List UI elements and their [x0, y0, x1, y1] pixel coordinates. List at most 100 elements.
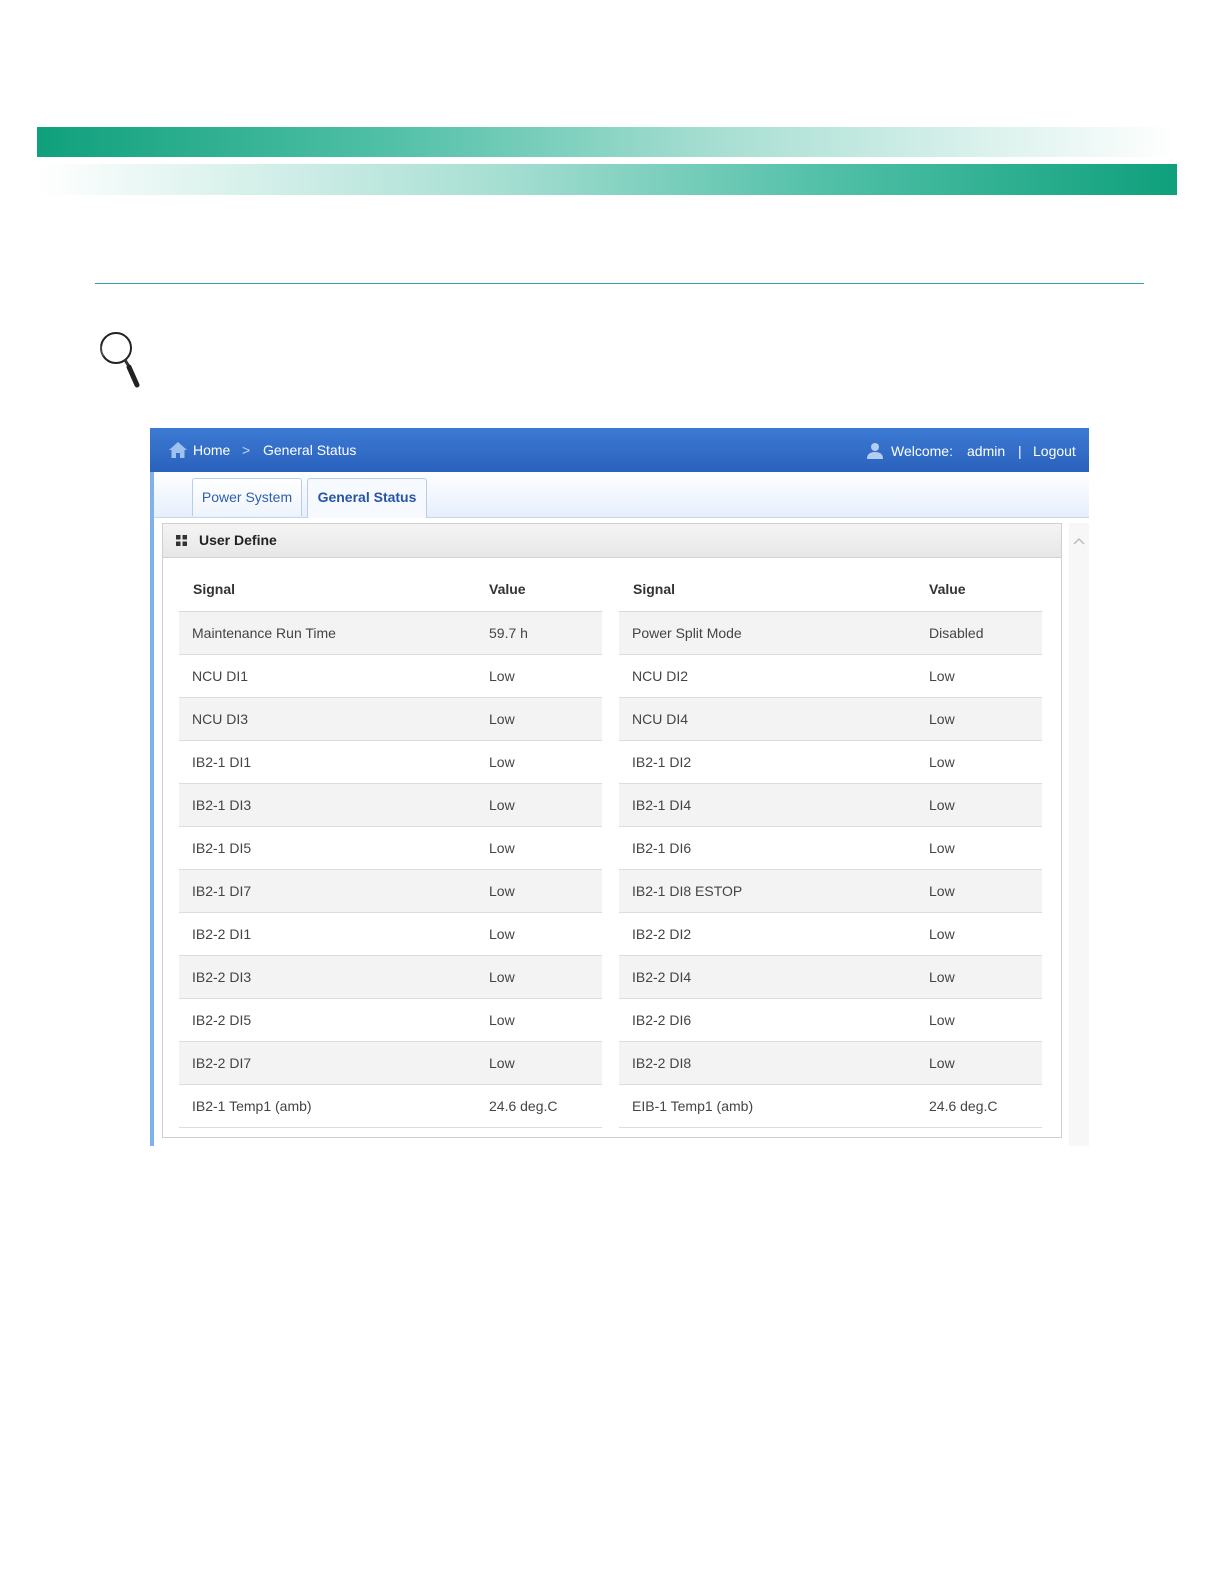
signal-cell: NCU DI1 — [192, 668, 249, 684]
signal-cell: IB2-2 DI6 — [632, 1012, 692, 1028]
signal-header: Signal — [193, 581, 236, 597]
signal-cell: IB2-1 DI2 — [632, 754, 692, 770]
scrollbar[interactable] — [1069, 523, 1089, 1146]
value-cell: Low — [929, 883, 955, 899]
table-row: IB2-2 DI7 Low — [179, 1042, 602, 1085]
signal-cell: Power Split Mode — [632, 625, 742, 641]
value-cell: Low — [489, 883, 515, 899]
signal-cell: IB2-1 Temp1 (amb) — [192, 1098, 312, 1114]
table-row: IB2-2 DI1 Low — [179, 913, 602, 956]
table-row: Power Split Mode Disabled — [619, 612, 1042, 655]
value-cell: Low — [489, 1012, 515, 1028]
table-row: IB2-1 DI1 Low — [179, 741, 602, 784]
breadcrumb-current: General Status — [263, 442, 357, 458]
table-row: IB2-1 DI8 ESTOP Low — [619, 870, 1042, 913]
table-row: IB2-2 DI6 Low — [619, 999, 1042, 1042]
signal-cell: IB2-1 DI3 — [192, 797, 252, 813]
table-row: NCU DI2 Low — [619, 655, 1042, 698]
signal-cell: EIB-1 Temp1 (amb) — [632, 1098, 754, 1114]
value-cell: Low — [489, 797, 515, 813]
value-header: Value — [489, 581, 526, 597]
value-header: Value — [929, 581, 966, 597]
panel-title: User Define — [199, 532, 277, 548]
signal-cell: IB2-1 DI8 ESTOP — [632, 883, 743, 899]
value-cell: Low — [929, 969, 955, 985]
value-cell: Low — [489, 840, 515, 856]
value-cell: 24.6 deg.C — [929, 1098, 998, 1114]
panel-header[interactable]: User Define — [163, 524, 1061, 558]
value-cell: Low — [489, 668, 515, 684]
home-icon[interactable] — [168, 441, 188, 459]
signal-cell: NCU DI3 — [192, 711, 249, 727]
table-row: IB2-2 DI2 Low — [619, 913, 1042, 956]
signal-cell: IB2-2 DI7 — [192, 1055, 252, 1071]
tab-power-system[interactable]: Power System — [192, 478, 302, 516]
table-row: IB2-1 Temp1 (amb) 24.6 deg.C — [179, 1085, 602, 1128]
value-cell: Low — [489, 969, 515, 985]
value-cell: Low — [929, 797, 955, 813]
signal-cell: IB2-2 DI2 — [632, 926, 692, 942]
table-row: NCU DI1 Low — [179, 655, 602, 698]
signal-cell: IB2-1 DI7 — [192, 883, 252, 899]
signal-table-right: Signal Value Power Split Mode Disabled NC… — [619, 568, 1042, 1128]
table-row: IB2-1 DI7 Low — [179, 870, 602, 913]
table-row: IB2-2 DI4 Low — [619, 956, 1042, 999]
username: admin — [967, 443, 1006, 459]
signal-cell: IB2-2 DI3 — [192, 969, 252, 985]
signal-cell: IB2-2 DI1 — [192, 926, 252, 942]
table-row: IB2-2 DI8 Low — [619, 1042, 1042, 1085]
signal-cell: IB2-1 DI5 — [192, 840, 252, 856]
table-row: IB2-1 DI4 Low — [619, 784, 1042, 827]
value-cell: Low — [929, 840, 955, 856]
breadcrumb-separator: > — [242, 442, 251, 458]
value-cell: Low — [929, 754, 955, 770]
table-header: Signal Value — [179, 568, 602, 612]
left-accent-bar — [150, 472, 154, 1146]
header-band-top — [37, 127, 1177, 157]
value-cell: Low — [929, 668, 955, 684]
signal-cell: IB2-2 DI4 — [632, 969, 692, 985]
signal-cell: NCU DI2 — [632, 668, 689, 684]
value-cell: Low — [489, 1055, 515, 1071]
table-header: Signal Value — [619, 568, 1042, 612]
value-cell: 24.6 deg.C — [489, 1098, 558, 1114]
grid-icon — [176, 535, 187, 546]
chevron-up-icon[interactable] — [1073, 537, 1085, 545]
value-cell: Low — [489, 754, 515, 770]
welcome-label: Welcome: — [891, 443, 953, 459]
value-cell: Low — [929, 926, 955, 942]
logout-link[interactable]: Logout — [1033, 443, 1076, 459]
user-define-panel: User Define Signal Value Maintenance Run… — [162, 523, 1062, 1138]
value-cell: Low — [929, 711, 955, 727]
signal-header: Signal — [633, 581, 676, 597]
top-nav-bar: Home > General Status Welcome: admin | L… — [150, 428, 1089, 472]
table-row: IB2-1 DI5 Low — [179, 827, 602, 870]
value-cell: 59.7 h — [489, 625, 528, 641]
section-rule — [95, 283, 1144, 284]
user-icon — [867, 443, 883, 459]
signal-cell: IB2-1 DI1 — [192, 754, 252, 770]
tab-bar: Power System General Status — [154, 472, 1089, 518]
table-row: NCU DI3 Low — [179, 698, 602, 741]
value-cell: Low — [489, 711, 515, 727]
value-cell: Low — [489, 926, 515, 942]
app-window: Home > General Status Welcome: admin | L… — [150, 428, 1089, 1146]
signal-table-left: Signal Value Maintenance Run Time 59.7 h … — [179, 568, 602, 1128]
breadcrumb-home[interactable]: Home — [193, 442, 230, 458]
table-row: IB2-1 DI2 Low — [619, 741, 1042, 784]
value-cell: Low — [929, 1012, 955, 1028]
table-row: IB2-1 DI6 Low — [619, 827, 1042, 870]
tab-general-status[interactable]: General Status — [307, 478, 427, 518]
signal-cell: IB2-2 DI5 — [192, 1012, 252, 1028]
signal-cell: IB2-1 DI6 — [632, 840, 692, 856]
table-row: NCU DI4 Low — [619, 698, 1042, 741]
value-cell: Low — [929, 1055, 955, 1071]
magnifier-icon — [100, 332, 140, 388]
table-row: IB2-2 DI5 Low — [179, 999, 602, 1042]
table-row: EIB-1 Temp1 (amb) 24.6 deg.C — [619, 1085, 1042, 1128]
signal-cell: Maintenance Run Time — [192, 625, 336, 641]
table-row: IB2-2 DI3 Low — [179, 956, 602, 999]
value-cell: Disabled — [929, 625, 984, 641]
signal-cell: IB2-2 DI8 — [632, 1055, 692, 1071]
signal-cell: IB2-1 DI4 — [632, 797, 692, 813]
